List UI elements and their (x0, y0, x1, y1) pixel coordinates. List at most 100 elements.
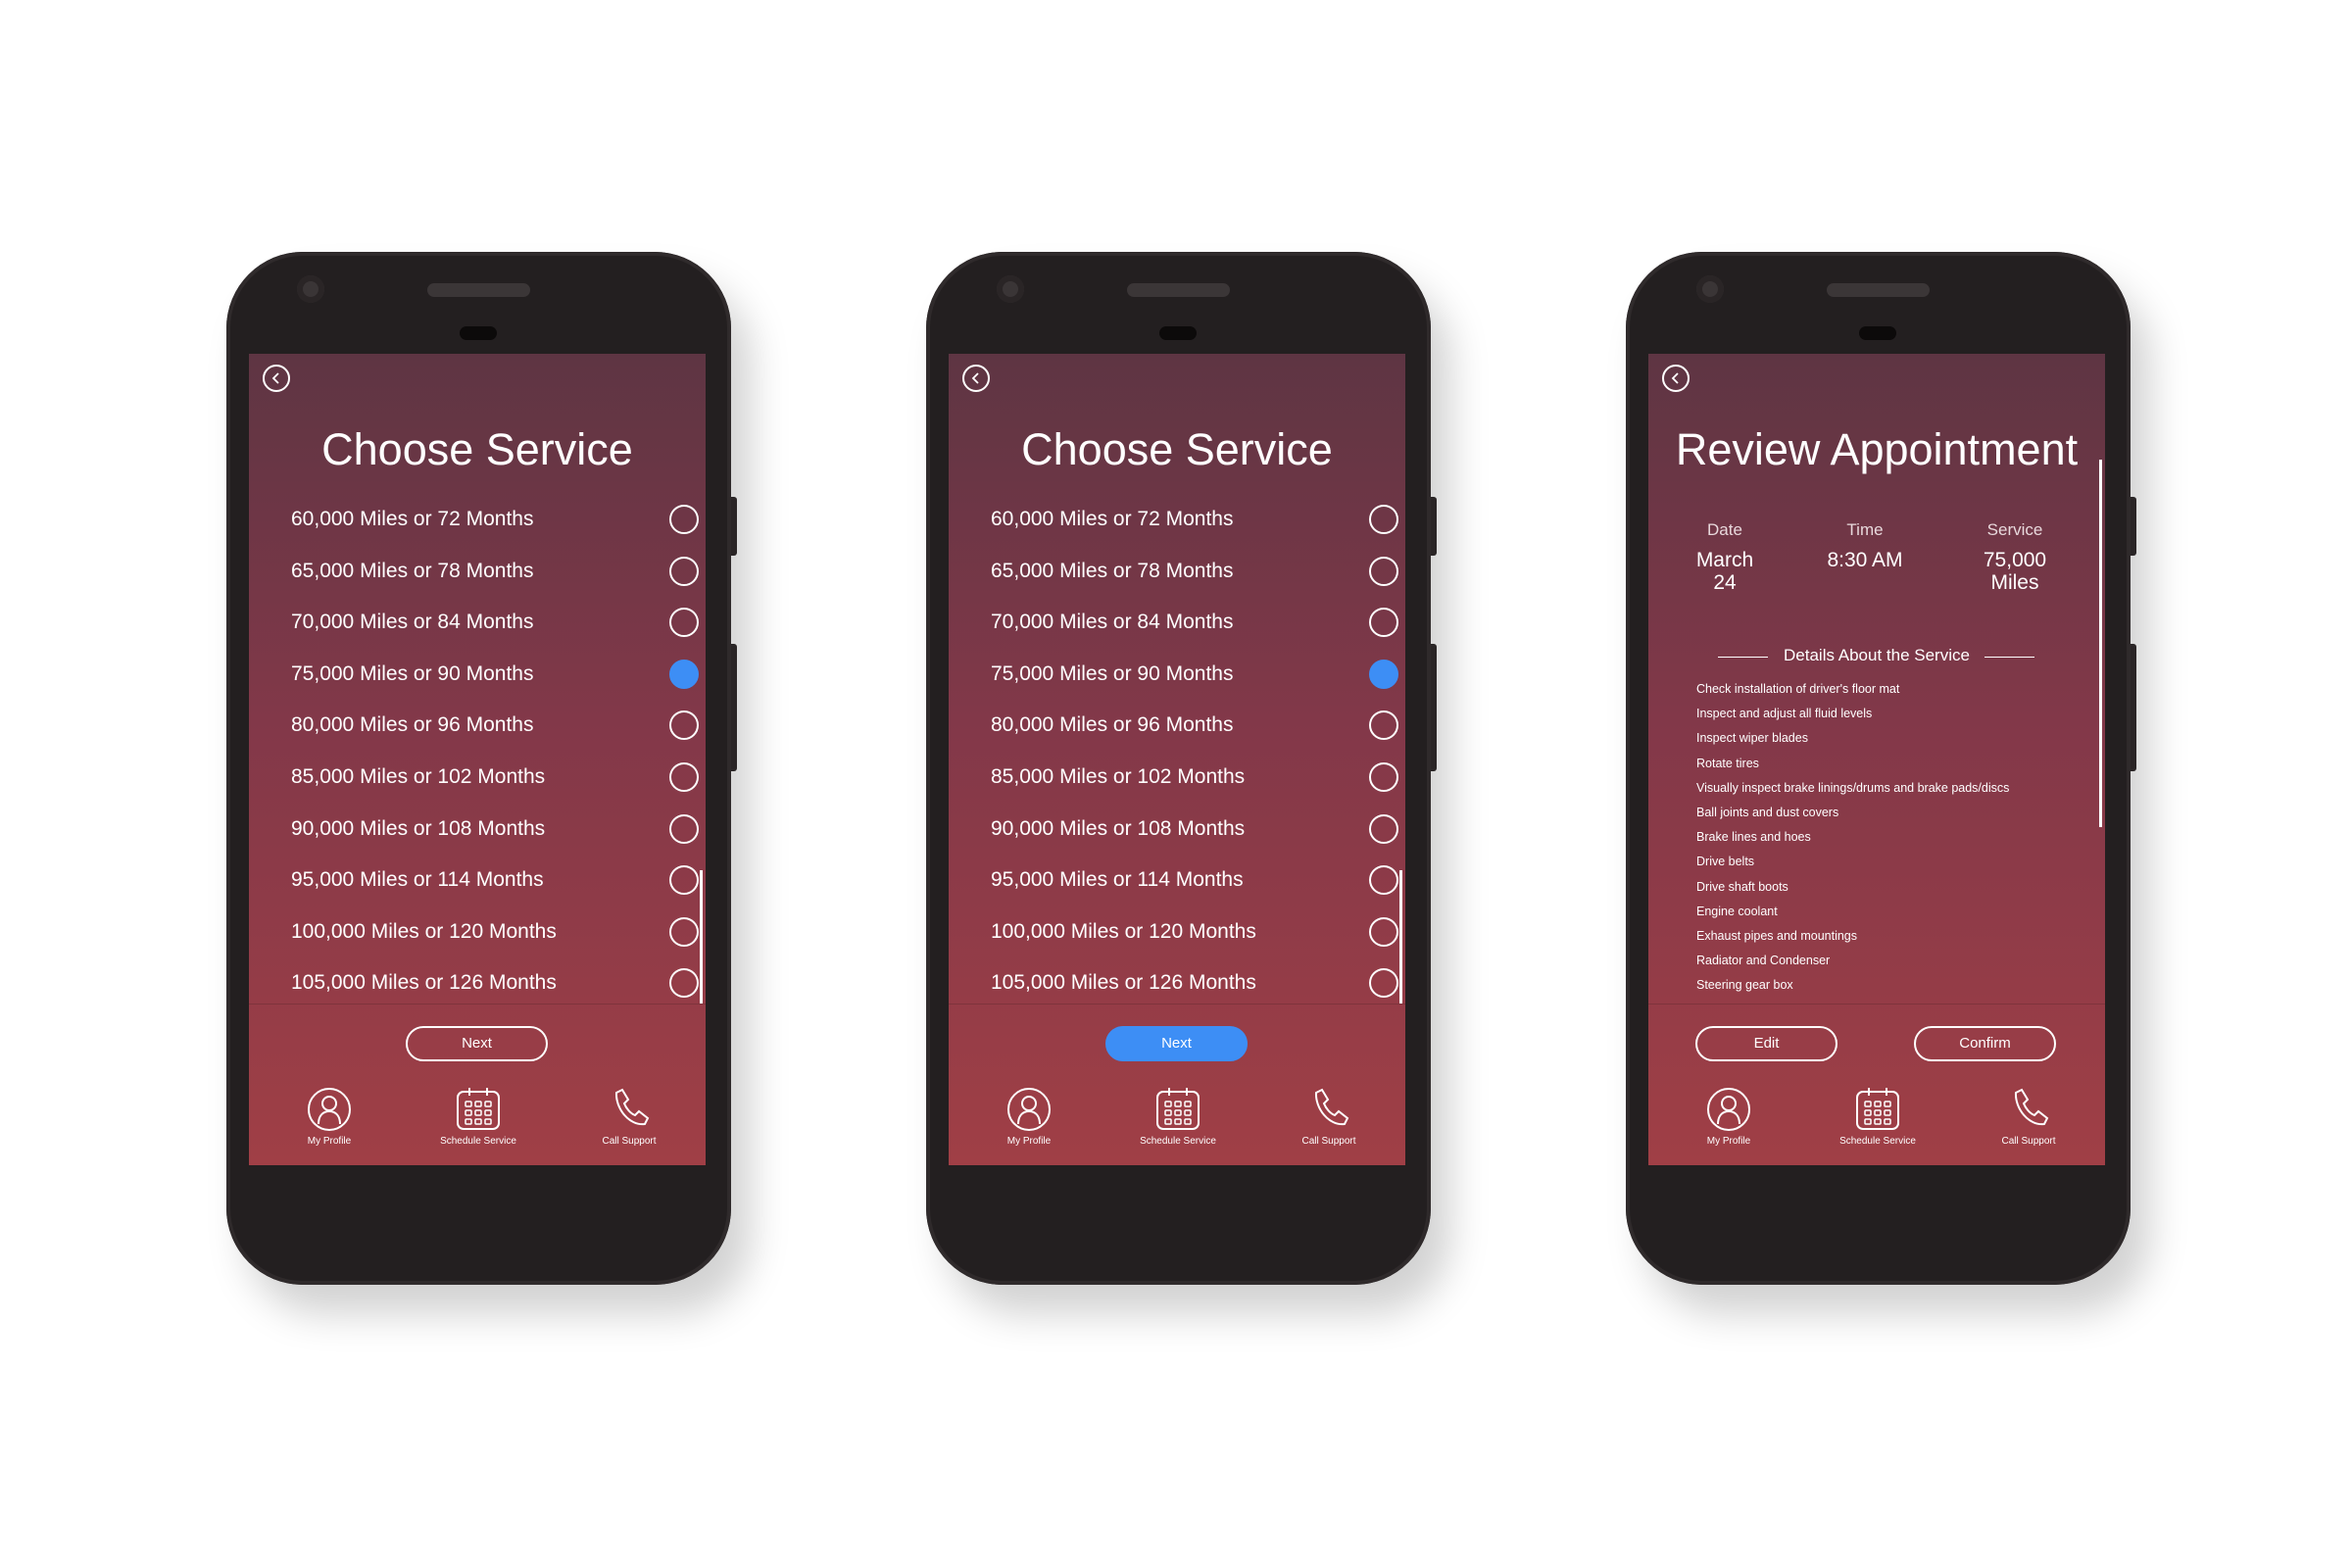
page-title: Choose Service (321, 424, 633, 474)
calendar-icon (1809, 1087, 1946, 1132)
chevron-left-icon (271, 372, 279, 384)
radio-button[interactable] (669, 505, 699, 534)
nav-label: My Profile (307, 1136, 352, 1147)
back-button[interactable] (263, 365, 290, 392)
nav-label: My Profile (1006, 1136, 1052, 1147)
service-option-label: 75,000 Miles or 90 Months (291, 662, 534, 685)
service-option[interactable]: 90,000 Miles or 108 Months (291, 809, 699, 849)
nav-label: Schedule Service (1140, 1136, 1216, 1147)
user-circle-icon (1660, 1087, 1797, 1132)
radio-button[interactable] (1369, 608, 1398, 638)
nav-label: My Profile (1706, 1136, 1751, 1147)
back-button[interactable] (962, 365, 990, 392)
service-option-label: 60,000 Miles or 72 Months (291, 508, 534, 530)
nav-my-profile[interactable]: My Profile (261, 1087, 398, 1147)
nav-call-support[interactable]: Call Support (1960, 1087, 2097, 1147)
service-option-label: 90,000 Miles or 108 Months (991, 816, 1246, 840)
power-button (731, 497, 737, 556)
detail-item: Engine coolant (1696, 904, 1778, 918)
summary-label: Date (1707, 520, 1742, 539)
service-option[interactable]: 70,000 Miles or 84 Months (291, 603, 699, 642)
service-option[interactable]: 65,000 Miles or 78 Months (991, 552, 1398, 591)
radio-button[interactable] (669, 710, 699, 741)
radio-button[interactable] (1369, 865, 1398, 896)
volume-button (2131, 644, 2136, 771)
next-button[interactable]: Next (406, 1026, 548, 1061)
service-option-label: 95,000 Miles or 114 Months (291, 868, 544, 892)
service-option[interactable]: 80,000 Miles or 96 Months (291, 706, 699, 745)
confirm-button[interactable]: Confirm (1914, 1026, 2056, 1061)
volume-button (731, 644, 737, 771)
summary-date: Date March 24 (1656, 520, 1793, 594)
edit-button[interactable]: Edit (1695, 1026, 1838, 1061)
radio-button[interactable] (669, 659, 699, 689)
summary-value: March 24 (1695, 549, 1754, 594)
radio-button[interactable] (669, 762, 699, 792)
detail-item: Steering gear box (1696, 978, 1793, 993)
detail-item: Drive belts (1696, 855, 1755, 869)
radio-button[interactable] (669, 813, 699, 844)
service-option[interactable]: 105,000 Miles or 126 Months (291, 963, 699, 1003)
radio-button[interactable] (1369, 505, 1398, 534)
radio-button[interactable] (669, 916, 699, 947)
radio-button[interactable] (1369, 556, 1398, 586)
phone-icon (561, 1087, 698, 1132)
nav-schedule-service[interactable]: Schedule Service (1809, 1087, 1946, 1147)
radio-button[interactable] (1369, 710, 1398, 741)
detail-item: Exhaust pipes and mountings (1696, 929, 1857, 943)
service-option[interactable]: 75,000 Miles or 90 Months (991, 655, 1398, 694)
proximity-sensor (460, 326, 497, 340)
service-option[interactable]: 60,000 Miles or 72 Months (991, 500, 1398, 539)
summary-service: Service 75,000 Miles (1946, 520, 2083, 594)
radio-button[interactable] (669, 865, 699, 896)
nav-my-profile[interactable]: My Profile (960, 1087, 1098, 1147)
service-option[interactable]: 90,000 Miles or 108 Months (991, 809, 1398, 849)
service-option[interactable]: 105,000 Miles or 126 Months (991, 963, 1398, 1003)
back-button[interactable] (1662, 365, 1690, 392)
service-option[interactable]: 100,000 Miles or 120 Months (991, 912, 1398, 952)
radio-button[interactable] (1369, 916, 1398, 947)
service-option[interactable]: 95,000 Miles or 114 Months (291, 860, 699, 900)
app-screen: Review Appointment Date March 24 Time 8:30 A… (1648, 354, 2105, 1165)
nav-schedule-service[interactable]: Schedule Service (1109, 1087, 1247, 1147)
radio-button[interactable] (1369, 968, 1398, 999)
radio-button[interactable] (669, 968, 699, 999)
detail-item: Radiator and Condenser (1696, 954, 1831, 968)
nav-call-support[interactable]: Call Support (1260, 1087, 1397, 1147)
service-option-label: 80,000 Miles or 96 Months (991, 713, 1234, 737)
service-option[interactable]: 70,000 Miles or 84 Months (991, 603, 1398, 642)
user-circle-icon (960, 1087, 1098, 1132)
radio-button[interactable] (1369, 813, 1398, 844)
page-title: Review Appointment (1675, 424, 2079, 474)
detail-item: Brake lines and hoes (1696, 830, 1811, 845)
phone-device: Choose Service 60,000 Miles or 72 Months 6… (226, 252, 737, 1285)
service-option[interactable]: 85,000 Miles or 102 Months (991, 758, 1398, 797)
service-option-label: 95,000 Miles or 114 Months (991, 868, 1244, 892)
page-title: Choose Service (1021, 424, 1333, 474)
service-option[interactable]: 65,000 Miles or 78 Months (291, 552, 699, 591)
chevron-left-icon (1671, 372, 1679, 384)
service-option-label: 90,000 Miles or 108 Months (291, 816, 546, 840)
service-option[interactable]: 80,000 Miles or 96 Months (991, 706, 1398, 745)
proximity-sensor (1159, 326, 1197, 340)
service-option[interactable]: 95,000 Miles or 114 Months (991, 860, 1398, 900)
service-option[interactable]: 60,000 Miles or 72 Months (291, 500, 699, 539)
nav-label: Schedule Service (440, 1136, 516, 1147)
app-screen: Choose Service 60,000 Miles or 72 Months 6… (249, 354, 706, 1165)
nav-label: Schedule Service (1839, 1136, 1916, 1147)
service-option[interactable]: 75,000 Miles or 90 Months (291, 655, 699, 694)
service-option[interactable]: 85,000 Miles or 102 Months (291, 758, 699, 797)
radio-button[interactable] (1369, 762, 1398, 792)
nav-my-profile[interactable]: My Profile (1660, 1087, 1797, 1147)
radio-button[interactable] (669, 608, 699, 638)
service-option[interactable]: 100,000 Miles or 120 Months (291, 912, 699, 952)
scrollbar[interactable] (1399, 870, 1402, 1004)
nav-call-support[interactable]: Call Support (561, 1087, 698, 1147)
scrollbar[interactable] (700, 870, 703, 1004)
nav-label: Call Support (1301, 1136, 1356, 1147)
next-button[interactable]: Next (1105, 1026, 1248, 1061)
radio-button[interactable] (1369, 659, 1398, 689)
radio-button[interactable] (669, 556, 699, 586)
nav-schedule-service[interactable]: Schedule Service (410, 1087, 547, 1147)
scrollbar[interactable] (2099, 460, 2102, 827)
